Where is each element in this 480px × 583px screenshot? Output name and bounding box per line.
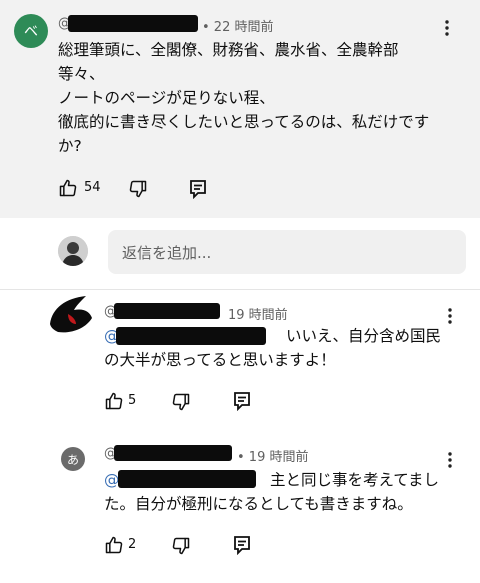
divider	[0, 289, 480, 290]
reply-comment-icon	[190, 180, 206, 199]
like-button[interactable]	[58, 178, 78, 198]
current-user-avatar	[58, 236, 88, 266]
thumbs-up-icon	[59, 179, 77, 197]
commenter-avatar[interactable]: ベ	[14, 14, 48, 48]
dislike-button[interactable]	[128, 179, 148, 199]
reply-text-line: 主と同じ事を考えてまし	[270, 471, 439, 489]
redacted-author-name	[68, 15, 198, 32]
comment-line: ノートのページが足りない程、	[58, 89, 275, 107]
redacted-author-name	[114, 445, 232, 461]
reply-button[interactable]	[233, 391, 251, 411]
reply-button[interactable]	[233, 535, 251, 555]
add-reply-placeholder: 返信を追加...	[122, 243, 212, 262]
thumbs-down-icon	[172, 393, 190, 411]
like-count: 5	[128, 393, 137, 408]
like-button[interactable]	[104, 535, 124, 555]
like-count: 2	[128, 537, 137, 552]
reply-time: 19 時間前	[228, 308, 288, 323]
avatar-letter: あ	[66, 452, 79, 467]
reply-comment-icon	[234, 392, 250, 411]
thumbs-up-icon	[105, 536, 123, 554]
redacted-author-name	[114, 303, 220, 319]
reply-avatar[interactable]	[46, 294, 96, 336]
more-options-icon[interactable]	[447, 308, 453, 324]
redacted-mention-name	[118, 470, 256, 488]
comment-thread: ベ @ • 22 時間前 総理筆頭に、全閣僚、財務省、農水省、全農幹部 等々、 …	[0, 0, 480, 583]
comment-line: 徹底的に書き尽くしたいと思ってるのは、私だけです	[58, 113, 430, 131]
reply-text-line: た。自分が極刑になるとしても書きますね。	[104, 495, 413, 513]
dislike-button[interactable]	[171, 392, 191, 412]
more-options-icon[interactable]	[447, 452, 453, 468]
comment-time: • 22 時間前	[202, 20, 274, 35]
reply-comment-icon	[234, 536, 250, 555]
top-comment: ベ @ • 22 時間前 総理筆頭に、全閣僚、財務省、農水省、全農幹部 等々、 …	[0, 0, 480, 218]
thumbs-down-icon	[172, 537, 190, 555]
like-count: 54	[84, 180, 101, 195]
dislike-button[interactable]	[171, 536, 191, 556]
comment-line: 等々、	[58, 65, 105, 83]
comment-line: 総理筆頭に、全閣僚、財務省、農水省、全農幹部	[58, 41, 399, 59]
add-reply-input[interactable]: 返信を追加...	[108, 230, 466, 274]
comment-body: 総理筆頭に、全閣僚、財務省、農水省、全農幹部 等々、 ノートのページが足りない程…	[58, 38, 458, 158]
reply-time: • 19 時間前	[237, 450, 309, 465]
reply-button[interactable]	[189, 179, 207, 199]
avatar-letter: ベ	[24, 24, 38, 40]
like-button[interactable]	[104, 391, 124, 411]
reply-text-line: いいえ、自分含め国民	[286, 327, 442, 345]
comment-line: か?	[58, 137, 82, 155]
thumbs-down-icon	[129, 180, 147, 198]
thumbs-up-icon	[105, 392, 123, 410]
redacted-mention-name	[116, 327, 266, 345]
more-options-icon[interactable]	[444, 20, 450, 36]
reply-avatar[interactable]: あ	[61, 447, 85, 471]
reply-text-line: の大半が思ってると思いますよ！	[104, 351, 336, 369]
